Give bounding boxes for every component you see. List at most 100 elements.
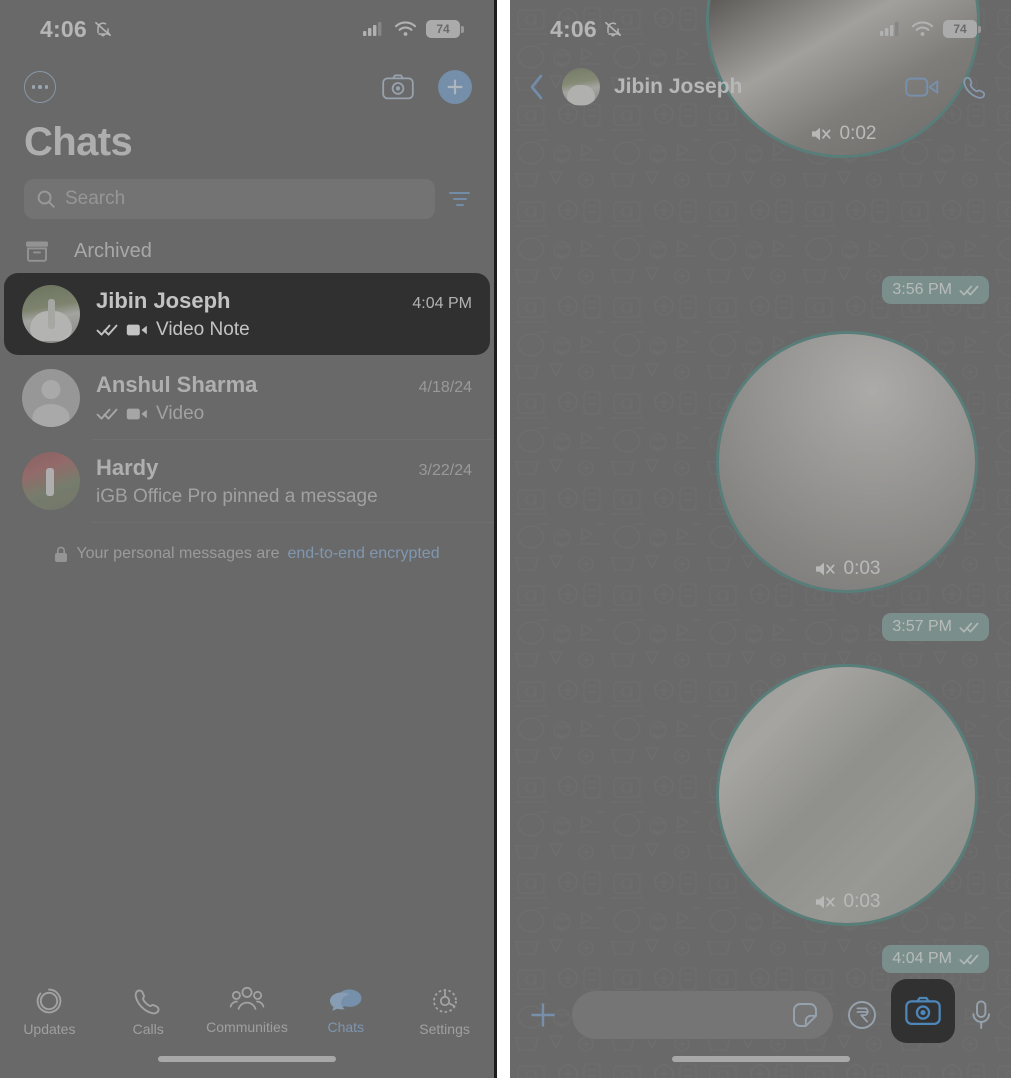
tab-label: Calls (132, 1021, 164, 1037)
video-note-bubble[interactable]: 0:03 (716, 331, 978, 593)
message-composer (510, 975, 1011, 1078)
cellular-signal-icon (363, 22, 382, 36)
bell-slash-icon (604, 21, 621, 37)
chat-list-item-jibin-joseph[interactable]: Jibin Joseph 4:04 PM Video Note (4, 273, 490, 355)
message-time: 3:56 PM (892, 281, 952, 298)
tab-label: Communities (206, 1019, 288, 1035)
chat-list: Jibin Joseph 4:04 PM Video Note Anshul S… (0, 273, 494, 523)
speaker-muted-icon (815, 562, 834, 576)
tab-label: Settings (419, 1021, 470, 1037)
double-check-icon (959, 285, 979, 296)
double-check-icon (959, 622, 979, 633)
chat-name: Anshul Sharma (96, 371, 258, 397)
message-input[interactable] (572, 991, 833, 1039)
home-indicator (671, 1056, 850, 1062)
page-title: Chats (24, 120, 133, 164)
tab-calls[interactable]: Calls (108, 985, 188, 1037)
tab-communities[interactable]: Communities (206, 985, 288, 1035)
video-thumbnail (719, 667, 975, 923)
video-note-footer: 0:02 (709, 123, 977, 145)
tab-settings[interactable]: Settings (405, 985, 485, 1037)
message-timestamp-bubble: 3:56 PM (882, 276, 989, 304)
sticker-icon[interactable] (791, 1001, 819, 1029)
lock-icon (55, 546, 68, 562)
video-note-footer: 0:03 (719, 558, 975, 580)
message-list: 0:02 3:56 PM 0:03 3:57 PM 0:03 4:04 PM (510, 0, 1011, 975)
status-bar-left: 4:06 74 (0, 0, 494, 58)
camera-icon (905, 996, 941, 1025)
chat-list-item-hardy[interactable]: Hardy 3/22/24 iGB Office Pro pinned a me… (4, 440, 490, 522)
video-note-footer: 0:03 (719, 891, 975, 913)
search-placeholder: Search (65, 188, 126, 209)
chat-timestamp: 4:04 PM (412, 294, 472, 312)
phone-call-icon[interactable] (961, 73, 989, 101)
chat-list-item-anshul-sharma[interactable]: Anshul Sharma 4/18/24 Video (4, 357, 490, 439)
chat-preview: Video (156, 402, 205, 424)
new-chat-button[interactable] (438, 70, 472, 104)
chats-nav-bar (0, 58, 494, 116)
double-check-icon (96, 408, 118, 420)
tab-label: Updates (23, 1021, 76, 1037)
home-indicator (158, 1056, 336, 1062)
battery-indicator: 74 (426, 20, 464, 38)
encryption-text: Your personal messages are (76, 545, 280, 562)
tab-chats[interactable]: Chats (306, 985, 386, 1035)
camera-icon[interactable] (382, 74, 414, 100)
archive-box-icon (26, 241, 48, 262)
chat-preview: Video Note (156, 318, 250, 340)
status-bar-time: 4:06 (550, 15, 597, 42)
cellular-signal-icon (880, 22, 899, 36)
video-duration: 0:02 (839, 123, 877, 144)
encryption-link[interactable]: end-to-end encrypted (287, 545, 439, 563)
conversation-header: Jibin Joseph (510, 58, 1011, 116)
speaker-muted-icon (811, 127, 830, 141)
communities-people-icon (229, 986, 265, 1010)
battery-level: 74 (953, 22, 967, 36)
video-call-icon[interactable] (905, 75, 939, 99)
more-options-icon[interactable] (24, 71, 56, 103)
left-phone-chats-screen: 4:06 74 Chats Search Archived Jibin Jose… (0, 0, 497, 1078)
message-timestamp-bubble: 4:04 PM (882, 945, 989, 973)
plus-icon (531, 1003, 555, 1027)
avatar[interactable] (562, 68, 600, 106)
search-icon (37, 190, 55, 208)
avatar (22, 369, 80, 427)
search-input[interactable]: Search (24, 179, 435, 219)
filter-icon[interactable] (449, 191, 470, 207)
camera-button[interactable] (891, 979, 955, 1043)
chat-timestamp: 3/22/24 (418, 461, 472, 479)
avatar (22, 452, 80, 510)
chevron-left-icon (530, 74, 543, 100)
video-note-bubble[interactable]: 0:03 (716, 664, 978, 926)
phone-icon (134, 989, 160, 1015)
updates-status-icon (37, 988, 62, 1014)
rupee-payment-icon[interactable] (847, 1000, 877, 1030)
chat-name: Jibin Joseph (96, 287, 231, 313)
gear-icon (432, 989, 457, 1013)
video-thumbnail (719, 334, 975, 590)
chat-bubbles-icon (329, 989, 362, 1011)
contact-name[interactable]: Jibin Joseph (614, 75, 891, 99)
wifi-icon (912, 21, 933, 36)
tab-label: Chats (327, 1019, 365, 1035)
tab-updates[interactable]: Updates (9, 985, 89, 1037)
right-phone-conversation-screen: 0:02 3:56 PM 0:03 3:57 PM 0:03 4:04 PM 4… (510, 0, 1011, 1078)
battery-level: 74 (436, 22, 450, 36)
search-row: Search (0, 165, 494, 219)
bell-slash-icon (94, 21, 111, 37)
archived-row[interactable]: Archived (0, 219, 494, 271)
speaker-muted-icon (815, 895, 834, 909)
bottom-tab-bar: Updates Calls Communities Chats Settings (0, 975, 494, 1078)
status-bar-time: 4:06 (40, 15, 87, 42)
plus-icon (447, 79, 463, 95)
chat-preview: iGB Office Pro pinned a message (96, 485, 378, 507)
back-button[interactable] (526, 73, 548, 101)
double-check-icon (96, 324, 118, 336)
archived-label: Archived (74, 239, 152, 262)
message-time: 4:04 PM (892, 950, 952, 967)
conversation-wallpaper: 0:02 3:56 PM 0:03 3:57 PM 0:03 4:04 PM (510, 0, 1011, 1078)
encryption-notice: Your personal messages are end-to-end en… (0, 523, 494, 563)
video-duration: 0:03 (843, 891, 881, 912)
microphone-icon[interactable] (969, 999, 993, 1031)
attach-button[interactable] (528, 991, 558, 1039)
